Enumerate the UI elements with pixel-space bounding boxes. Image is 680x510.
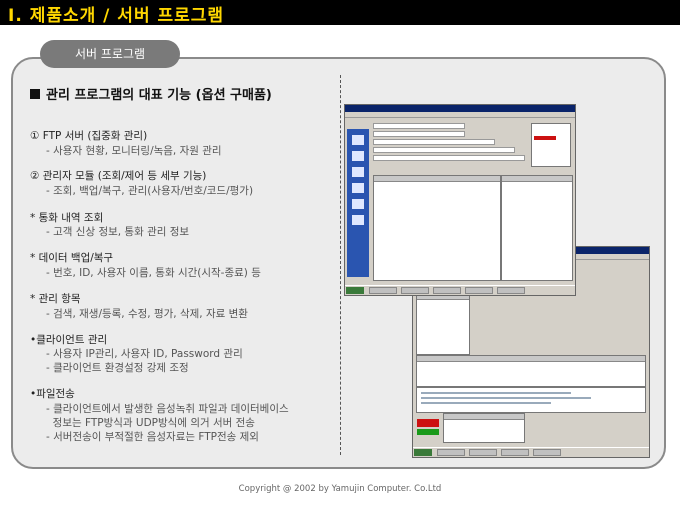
divider [340,75,341,455]
taskbar [413,447,649,457]
title-bar: Ⅰ. 제품소개 / 서버 프로그램 [0,0,680,26]
feature-sub: - 사용자 IP관리, 사용자 ID, Password 관리 [46,348,243,360]
info-panel [416,293,470,355]
section-heading-text: 관리 프로그램의 대표 기능 (옵션 구매품) [46,88,272,103]
footer-copyright: Copyright @ 2002 by Yamujin Computer. Co… [238,484,442,494]
session-table [416,355,646,387]
feature-sub: - 조회, 백업/복구, 관리(사용자/번호/코드/평가) [46,185,254,197]
feature-sub: 정보는 FTP방식과 UDP방식에 의거 서버 전송 [46,417,255,429]
log-panel [416,387,646,413]
feature-item: * 통화 내역 조회 [30,212,104,224]
feature-item: •클라이언트 관리 [30,334,108,346]
section-heading: 관리 프로그램의 대표 기능 (옵션 구매품) [30,84,272,103]
section-tab: 서버 프로그램 [40,40,180,68]
feature-item: ① FTP 서버 (집중화 관리) [30,130,148,142]
status-green [417,429,439,435]
feature-item: •파일전송 [30,388,75,400]
feature-sub: - 서버전송이 부적절한 음성자료는 FTP전송 제외 [46,431,259,443]
feature-sub: - 클라이언트 환경설정 강제 조정 [46,362,189,374]
square-bullet-icon [30,89,40,99]
feature-sub: - 번호, ID, 사용자 이름, 통화 시간(시작-종료) 등 [46,267,261,279]
feature-sub: - 클라이언트에서 발생한 음성녹취 파일과 데이터베이스 [46,403,289,415]
feature-item: * 데이터 백업/복구 [30,252,114,264]
folder-tree [501,175,573,281]
nav-sidebar [347,129,369,277]
record-table [373,175,501,281]
taskbar [345,285,575,295]
feature-sub: - 검색, 재생/등록, 수정, 평가, 삭제, 자료 변환 [46,308,248,320]
management-program-screenshot [344,104,576,296]
code-list [531,123,571,167]
page-title: Ⅰ. 제품소개 / 서버 프로그램 [8,6,225,26]
feature-item: * 관리 항목 [30,293,81,305]
status-red [417,419,439,427]
feature-sub: - 사용자 현황, 모니터링/녹음, 자원 관리 [46,145,222,157]
stats-panel [443,413,525,443]
feature-item: ② 관리자 모듈 (조회/제어 등 세부 기능) [30,170,207,182]
feature-sub: - 고객 신상 정보, 통화 관리 정보 [46,226,190,238]
